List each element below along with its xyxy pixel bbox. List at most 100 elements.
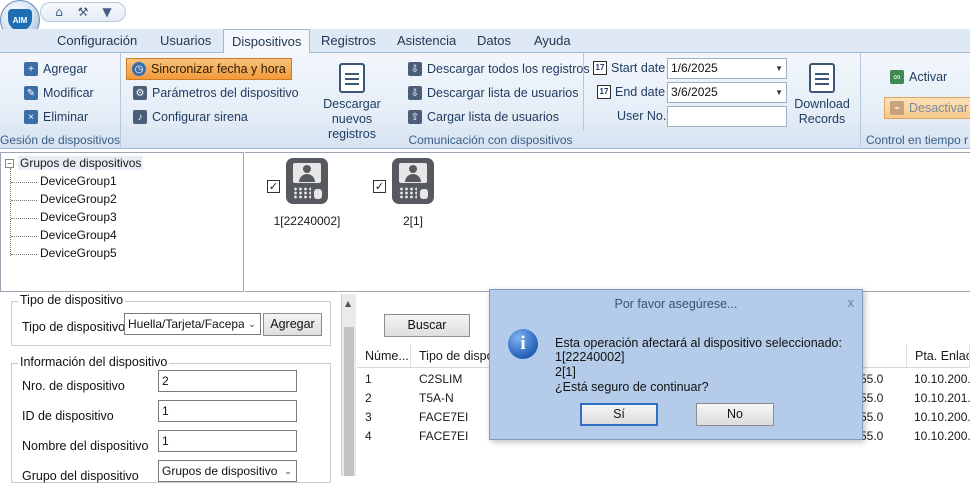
scroll-thumb[interactable] (344, 327, 354, 476)
chevron-down-icon[interactable]: ▼ (775, 59, 783, 78)
id-input[interactable]: 1 (158, 400, 297, 422)
chevron-down-icon: ⌄ (280, 461, 296, 481)
device-checkbox[interactable]: ✓ (267, 180, 280, 193)
device-group-tree: − Grupos de dispositivos DeviceGroup1 De… (0, 152, 244, 292)
confirm-dialog: Por favor asegúrese... x i Esta operació… (489, 289, 863, 440)
agregar-tipo-button[interactable]: Agregar (263, 313, 322, 336)
tree-item-devicegroup1[interactable]: DeviceGroup1 (11, 174, 117, 188)
tab-registros[interactable]: Registros (313, 29, 384, 53)
tree-item-devicegroup4[interactable]: DeviceGroup4 (11, 228, 117, 242)
grupo-label: Grupo del dispositivo (22, 469, 139, 483)
tree-item-devicegroup2[interactable]: DeviceGroup2 (11, 192, 117, 206)
nombre-label: Nombre del dispositivo (22, 439, 149, 453)
user-no-input[interactable] (667, 106, 787, 127)
col-numero[interactable]: Núme... (357, 344, 411, 368)
descargar-todos-button[interactable]: ⇩ Descargar todos los registros (408, 59, 590, 79)
tab-ayuda[interactable]: Ayuda (526, 29, 579, 53)
dialog-device-1: 1[22240002] (555, 350, 625, 364)
grupo-select[interactable]: Grupos de dispositivo ⌄ (158, 460, 297, 482)
collapse-icon[interactable]: − (5, 158, 14, 168)
form-scrollbar[interactable]: ▲ (341, 294, 356, 476)
group-label: Gesión de dispositivos (0, 133, 121, 147)
tab-asistencia[interactable]: Asistencia (389, 29, 464, 53)
tab-datos[interactable]: Datos (469, 29, 519, 53)
ribbon: + Agregar ✎ Modificar × Eliminar Gesión de … (0, 53, 970, 149)
separator (583, 53, 584, 131)
tree-item-devicegroup5[interactable]: DeviceGroup5 (11, 246, 117, 260)
device-card[interactable]: ✓ 1[22240002] (267, 158, 347, 228)
bell-icon: ♪ (133, 110, 147, 124)
device-panel: ✓ 1[22240002] ✓ 2[1] (245, 152, 970, 292)
tree-item-devicegroup3[interactable]: DeviceGroup3 (11, 210, 117, 224)
group-comunicacion: ◷ Sincronizar fecha y hora ⚙ Parámetros de… (121, 53, 861, 149)
chevron-down-icon[interactable]: ▼ (775, 83, 783, 102)
close-icon[interactable]: x (848, 295, 855, 310)
download-records-button[interactable]: Download Records (789, 63, 855, 127)
dialog-question: ¿Está seguro de continuar? (555, 380, 709, 394)
cell-num: 4 (365, 429, 372, 443)
cell-gw: 10.10.200.1 (914, 429, 970, 443)
nro-input[interactable]: 2 (158, 370, 297, 392)
start-date-label: 17 Start date (593, 58, 665, 78)
descargar-nuevos-button[interactable]: Descargar nuevos registros (307, 63, 397, 142)
start-date-picker[interactable]: 1/6/2025 ▼ (667, 58, 787, 79)
parametros-button[interactable]: ⚙ Parámetros del dispositivo (133, 83, 299, 103)
clock-icon: ◷ (132, 62, 146, 76)
cell-gw: 10.10.201.1 (914, 391, 970, 405)
yes-button[interactable]: Sí (580, 403, 658, 426)
id-label: ID de dispositivo (22, 409, 114, 423)
cell-mask: 55.0 (860, 429, 884, 443)
tab-dispositivos[interactable]: Dispositivos (223, 29, 311, 54)
device-card[interactable]: ✓ 2[1] (373, 158, 453, 228)
desactivar-button[interactable]: ⌁ Desactivar (884, 97, 970, 119)
calendar-icon: 17 (593, 61, 607, 75)
cargar-usuarios-button[interactable]: ⇧ Cargar lista de usuarios (408, 107, 559, 127)
dialog-title: Por favor asegúrese... (614, 297, 738, 311)
end-date-picker[interactable]: 3/6/2025 ▼ (667, 82, 787, 103)
group-label: Comunicación con dispositivos (408, 133, 573, 147)
cell-mask: 55.0 (860, 410, 884, 424)
sirena-button[interactable]: ♪ Configurar sirena (133, 107, 248, 127)
group-gestion: + Agregar ✎ Modificar × Eliminar Gesión de … (0, 53, 121, 149)
edit-device-icon: ✎ (24, 86, 38, 100)
descargar-usuarios-button[interactable]: ⇩ Descargar lista de usuarios (408, 83, 578, 103)
download-all-icon: ⇩ (408, 62, 422, 76)
tab-configuracion[interactable]: Configuración (49, 29, 145, 53)
cell-num: 3 (365, 410, 372, 424)
cell-gw: 10.10.200.1 (914, 372, 970, 386)
activar-button[interactable]: ∞ Activar (890, 67, 947, 87)
device-label: 2[1] (402, 214, 423, 228)
device-form: Tipo de dispositivo Tipo de dispositivo … (0, 293, 340, 483)
terminal-icon (286, 158, 328, 204)
scroll-up-icon[interactable]: ▲ (345, 299, 351, 308)
nombre-input[interactable]: 1 (158, 430, 297, 452)
eliminar-button[interactable]: × Eliminar (24, 107, 88, 127)
tab-usuarios[interactable]: Usuarios (152, 29, 219, 53)
tools-icon[interactable]: ⚒ (75, 5, 91, 19)
cell-num: 2 (365, 391, 372, 405)
home-icon[interactable]: ⌂ (51, 5, 67, 19)
download-records-icon (339, 63, 365, 93)
records-icon (809, 63, 835, 93)
col-enlace[interactable]: Pta. Enlace (906, 344, 970, 368)
tipo-select[interactable]: Huella/Tarjeta/Facepa ⌄ (124, 313, 261, 335)
tree-root[interactable]: − Grupos de dispositivos (5, 156, 144, 170)
cell-tipo: FACE7EI (419, 429, 469, 443)
cell-num: 1 (365, 372, 372, 386)
group-control: ∞ Activar ⌁ Desactivar Control en tiempo r (864, 53, 970, 149)
dialog-message: Esta operación afectará al dispositivo s… (555, 336, 842, 350)
shield-icon: AIM (8, 9, 32, 31)
cell-mask: 55.0 (860, 372, 884, 386)
modificar-button[interactable]: ✎ Modificar (24, 83, 94, 103)
quick-access-toolbar: ⌂ ⚒ ▼ (40, 2, 126, 22)
calendar-icon: 17 (597, 85, 611, 99)
buscar-button[interactable]: Buscar (384, 314, 470, 337)
agregar-button[interactable]: + Agregar (24, 59, 87, 79)
no-button[interactable]: No (696, 403, 774, 426)
dropdown-icon[interactable]: ▼ (99, 5, 115, 19)
sincronizar-button[interactable]: ◷ Sincronizar fecha y hora (126, 58, 292, 80)
device-checkbox[interactable]: ✓ (373, 180, 386, 193)
cell-tipo: T5A-N (419, 391, 454, 405)
delete-device-icon: × (24, 110, 38, 124)
tipo-label: Tipo de dispositivo (22, 320, 126, 334)
